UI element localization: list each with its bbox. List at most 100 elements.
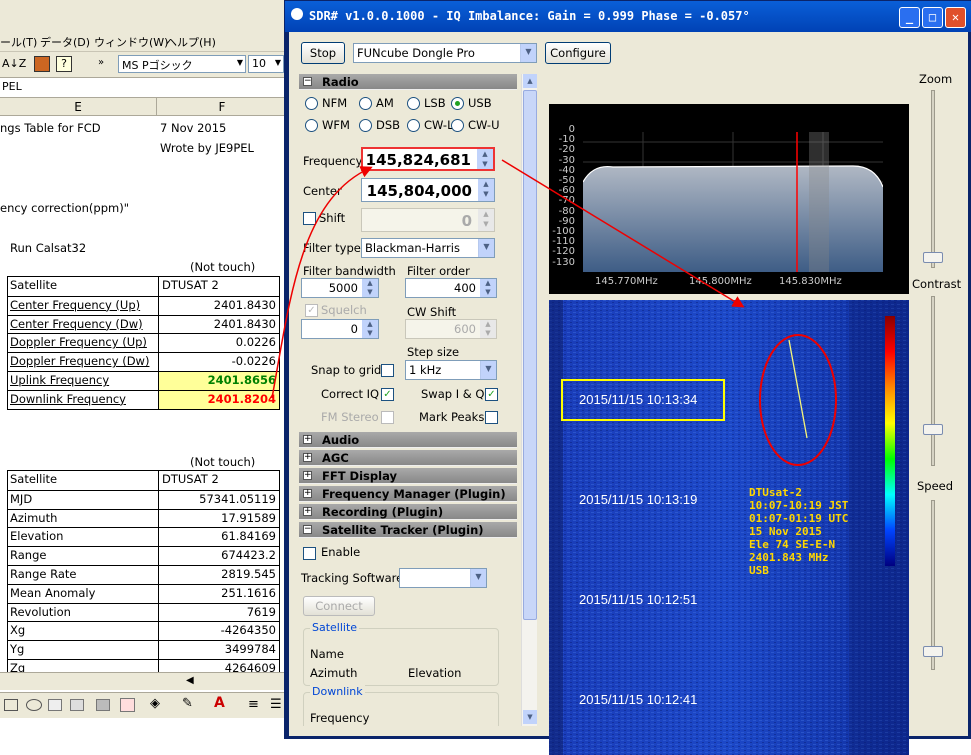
font-color-icon[interactable]: A bbox=[214, 695, 225, 711]
tracking-software-select[interactable]: ▼ bbox=[399, 568, 487, 588]
spectrum-display[interactable]: 0 -10 -20 -30 -40 -50 -60 -70 -80 -90 -100 -110 -120… bbox=[549, 104, 909, 294]
table-row[interactable]: Uplink Frequency 2401.8656 bbox=[8, 370, 279, 390]
chart-icon[interactable] bbox=[34, 56, 50, 72]
waterfall-display[interactable]: 2015/11/15 10:13:34 2015/11/15 10:13:19 … bbox=[549, 300, 909, 755]
speed-track[interactable] bbox=[931, 500, 935, 670]
menu-data[interactable]: データ(D) bbox=[40, 34, 90, 50]
mode-cw-u[interactable]: CW-U bbox=[451, 118, 500, 132]
table-row[interactable]: Xg -4264350 bbox=[8, 621, 279, 641]
filter-bandwidth-input[interactable]: 5000 ▲ ▼ bbox=[301, 278, 379, 298]
device-select[interactable]: FUNcube Dongle Pro ▼ bbox=[353, 43, 537, 63]
toolbar-more-icon[interactable]: » bbox=[98, 57, 104, 68]
step-size-select[interactable]: 1 kHz ▼ bbox=[405, 360, 497, 380]
speed-slider[interactable] bbox=[923, 646, 943, 657]
fill-color-icon[interactable]: ◈ bbox=[150, 696, 160, 711]
close-icon[interactable]: ✕ bbox=[945, 7, 966, 28]
table-row[interactable]: Satellite DTUSAT 2 bbox=[8, 471, 279, 490]
section-header[interactable]: + FFT Display bbox=[299, 468, 517, 484]
column-header-f[interactable]: F bbox=[157, 98, 288, 116]
menu-tools[interactable]: ール(T) bbox=[0, 34, 37, 50]
menu-window[interactable]: ウィンドウ(W) bbox=[94, 34, 168, 50]
section-header[interactable]: + Audio bbox=[299, 432, 517, 448]
column-header-e[interactable]: E bbox=[0, 98, 157, 116]
section-header[interactable]: + AGC bbox=[299, 450, 517, 466]
correct-iq-checkbox[interactable]: ✓ bbox=[381, 388, 394, 401]
zoom-track[interactable] bbox=[931, 90, 935, 268]
spinner-icon[interactable]: ▲ ▼ bbox=[480, 279, 496, 297]
configure-button[interactable]: Configure bbox=[545, 42, 611, 64]
mode-nfm[interactable]: NFM bbox=[305, 96, 347, 110]
mode-am[interactable]: AM bbox=[359, 96, 394, 110]
connect-button[interactable]: Connect bbox=[303, 596, 375, 616]
dash-style-icon[interactable]: ☰ bbox=[270, 697, 282, 712]
wordart-icon[interactable] bbox=[70, 699, 84, 711]
horizontal-scrollbar[interactable]: ◀ bbox=[0, 672, 288, 690]
table-row[interactable]: Downlink Frequency 2401.8204 bbox=[8, 389, 279, 409]
section-radio[interactable]: − Radio bbox=[299, 74, 517, 90]
squelch-checkbox[interactable]: ✓ bbox=[305, 304, 318, 317]
center-input[interactable]: 145,804,000 ▲ ▼ bbox=[361, 178, 495, 202]
filter-type-select[interactable]: Blackman-Harris ▼ bbox=[361, 238, 495, 258]
table-row[interactable]: Satellite DTUSAT 2 bbox=[8, 277, 279, 296]
sort-icon[interactable]: A↓Z bbox=[2, 57, 26, 70]
snap-grid-checkbox[interactable] bbox=[381, 364, 394, 377]
spinner-icon[interactable]: ▲ ▼ bbox=[478, 209, 494, 231]
scroll-thumb[interactable] bbox=[523, 90, 537, 620]
line-style-icon[interactable]: ≡ bbox=[248, 697, 259, 712]
mode-lsb[interactable]: LSB bbox=[407, 96, 446, 110]
contrast-track[interactable] bbox=[931, 296, 935, 466]
table-row[interactable]: Doppler Frequency (Dw) -0.0226 bbox=[8, 352, 279, 371]
font-size-select[interactable]: 10 ▼ bbox=[248, 55, 284, 73]
section-header[interactable]: − Satellite Tracker (Plugin) bbox=[299, 522, 517, 538]
contrast-slider[interactable] bbox=[923, 424, 943, 435]
scroll-left-icon[interactable]: ◀ bbox=[186, 675, 194, 686]
textbox-icon[interactable] bbox=[48, 699, 62, 711]
frequency-input[interactable]: 145,824,681 ▲ ▼ bbox=[361, 147, 495, 171]
spinner-icon[interactable]: ▲ ▼ bbox=[477, 149, 493, 169]
table-row[interactable]: Doppler Frequency (Up) 0.0226 bbox=[8, 333, 279, 353]
formula-bar[interactable]: PEL bbox=[0, 78, 288, 98]
line-color-icon[interactable]: ✎ bbox=[182, 696, 193, 711]
rectangle-icon[interactable] bbox=[4, 699, 18, 711]
maximize-icon[interactable]: □ bbox=[922, 7, 943, 28]
menu-help[interactable]: ヘルプ(H) bbox=[166, 34, 216, 50]
shift-input[interactable]: 0 ▲ ▼ bbox=[361, 208, 495, 232]
picture-icon[interactable] bbox=[120, 698, 135, 712]
spinner-icon[interactable]: ▲ ▼ bbox=[480, 320, 496, 338]
shift-checkbox[interactable] bbox=[303, 212, 316, 225]
enable-checkbox[interactable] bbox=[303, 547, 316, 560]
swap-iq-checkbox[interactable]: ✓ bbox=[485, 388, 498, 401]
cw-shift-input[interactable]: 600 ▲ ▼ bbox=[405, 319, 497, 339]
stop-button[interactable]: Stop bbox=[301, 42, 345, 64]
table-row[interactable]: Yg 3499784 bbox=[8, 640, 279, 659]
spinner-icon[interactable]: ▲ ▼ bbox=[362, 320, 378, 338]
scroll-down-icon[interactable]: ▼ bbox=[523, 710, 537, 724]
table-row[interactable]: MJD 57341.05119 bbox=[8, 489, 279, 509]
zoom-slider[interactable] bbox=[923, 252, 943, 263]
table-row[interactable]: Center Frequency (Up) 2401.8430 bbox=[8, 295, 279, 315]
mode-cw-l[interactable]: CW-L bbox=[407, 118, 454, 132]
section-header[interactable]: + Frequency Manager (Plugin) bbox=[299, 486, 517, 502]
table-row[interactable]: Mean Anomaly 251.1616 bbox=[8, 583, 279, 603]
table-row[interactable]: Elevation 61.84169 bbox=[8, 527, 279, 547]
table-row[interactable]: Range Rate 2819.545 bbox=[8, 564, 279, 584]
scroll-up-icon[interactable]: ▲ bbox=[523, 74, 537, 88]
table-row[interactable]: Azimuth 17.91589 bbox=[8, 508, 279, 528]
help-icon[interactable]: ? bbox=[56, 56, 72, 72]
squelch-input[interactable]: 0 ▲ ▼ bbox=[301, 319, 379, 339]
table-row[interactable]: Range 674423.2 bbox=[8, 546, 279, 565]
oval-icon[interactable] bbox=[26, 699, 42, 711]
filter-order-input[interactable]: 400 ▲ ▼ bbox=[405, 278, 497, 298]
minimize-icon[interactable]: _ bbox=[899, 7, 920, 28]
mark-peaks-checkbox[interactable] bbox=[485, 411, 498, 424]
spinner-icon[interactable]: ▲ ▼ bbox=[362, 279, 378, 297]
spinner-icon[interactable]: ▲ ▼ bbox=[478, 179, 494, 201]
font-name-select[interactable]: MS Pゴシック ▼ bbox=[118, 55, 246, 73]
fm-stereo-checkbox[interactable] bbox=[381, 411, 394, 424]
panel-scrollbar[interactable]: ▲ ▼ bbox=[521, 74, 537, 726]
table-row[interactable]: Center Frequency (Dw) 2401.8430 bbox=[8, 314, 279, 334]
mode-wfm[interactable]: WFM bbox=[305, 118, 350, 132]
clipart-icon[interactable] bbox=[96, 699, 110, 711]
table-row[interactable]: Revolution 7619 bbox=[8, 602, 279, 622]
section-header[interactable]: + Recording (Plugin) bbox=[299, 504, 517, 520]
